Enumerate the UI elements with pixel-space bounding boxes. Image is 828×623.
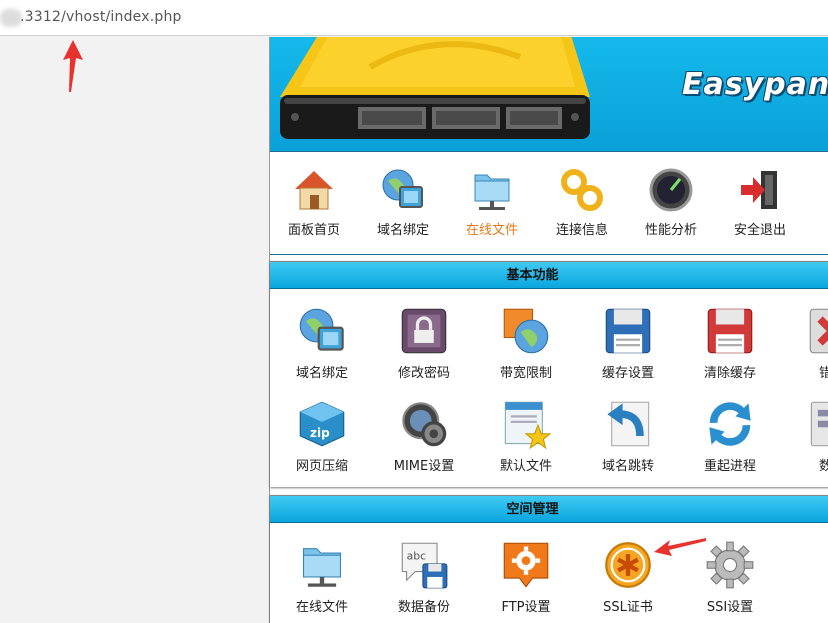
tile-web-compress[interactable]: zip 网页压缩 xyxy=(272,399,372,474)
gear-globe-icon xyxy=(402,402,447,447)
section-title: 基本功能 xyxy=(270,262,828,289)
ssl-badge-icon xyxy=(605,542,651,588)
tile-change-password[interactable]: 修改密码 xyxy=(374,306,474,381)
svg-text:abc: abc xyxy=(407,550,427,563)
tile-cache-settings[interactable]: 缓存设置 xyxy=(578,306,678,381)
tile-database[interactable]: 数据 xyxy=(782,399,828,474)
lock-icon xyxy=(401,308,447,354)
section-title: 空间管理 xyxy=(270,496,828,523)
top-nav: 面板首页 域名绑定 在线文件 连接信息 性能分析 安全退出 xyxy=(270,153,828,255)
tile-domain-redirect[interactable]: 域名跳转 xyxy=(578,399,678,474)
tile-bandwidth-limit[interactable]: 带宽限制 xyxy=(476,306,576,381)
tile-online-files[interactable]: 在线文件 xyxy=(272,540,372,615)
tile-clear-cache[interactable]: 清除缓存 xyxy=(680,306,780,381)
tile-restart-process[interactable]: 重起进程 xyxy=(680,399,780,474)
tile-error-page[interactable]: 错误 xyxy=(782,306,828,381)
nav-home[interactable]: 面板首页 xyxy=(274,167,354,238)
svg-text:zip: zip xyxy=(310,426,330,440)
section-space: 空间管理 在线文件 abc 数据备份 FTP设置 SSL证书 SSI设置 xyxy=(270,495,828,623)
nav-performance[interactable]: 性能分析 xyxy=(631,167,711,238)
redirect-arrow-icon xyxy=(607,401,650,447)
nav-domain[interactable]: 域名绑定 xyxy=(363,167,443,238)
brand-logo: Easypane xyxy=(682,67,828,102)
floppy-red-icon xyxy=(707,308,753,354)
annotation-arrow-left-icon xyxy=(654,538,706,556)
home-icon xyxy=(295,171,333,210)
tile-data-backup[interactable]: abc 数据备份 xyxy=(374,540,474,615)
nav-connection-info[interactable]: 连接信息 xyxy=(542,167,622,238)
address-bar[interactable]: .3312/vhost/index.php xyxy=(0,0,828,36)
gauge-icon xyxy=(649,168,693,212)
tile-mime-settings[interactable]: MIME设置 xyxy=(374,399,474,474)
nav-online-files[interactable]: 在线文件 xyxy=(452,167,532,238)
redacted-host xyxy=(0,9,22,27)
refresh-icon xyxy=(709,402,751,446)
panel-main: Easypane 面板首页 域名绑定 xyxy=(269,37,828,623)
chain-link-icon xyxy=(561,169,603,211)
domain-globe-icon xyxy=(299,308,344,351)
tile-default-file[interactable]: 默认文件 xyxy=(476,399,576,474)
folder-network-icon xyxy=(474,174,510,210)
nav-logout[interactable]: 安全退出 xyxy=(720,167,800,238)
ftp-gear-icon xyxy=(503,542,549,588)
section-basic: 基本功能 域名绑定 修改密码 带宽限制 缓存设置 清除缓存 错 zip 网页压缩… xyxy=(270,261,828,487)
url-text[interactable]: .3312/vhost/index.php xyxy=(20,9,182,25)
error-x-icon xyxy=(809,308,828,354)
bandwidth-globe-icon xyxy=(503,308,549,354)
tile-domain-bind[interactable]: 域名绑定 xyxy=(272,306,372,381)
document-star-icon xyxy=(504,401,551,449)
zip-box-icon: zip xyxy=(299,401,345,447)
gear-icon xyxy=(706,541,754,589)
floppy-blue-icon xyxy=(605,308,651,354)
annotation-arrow-up-icon xyxy=(63,40,83,92)
backup-floppy-icon: abc xyxy=(401,542,448,589)
server-logo-icon xyxy=(280,37,590,139)
folder-network-icon xyxy=(302,548,342,587)
banner: Easypane xyxy=(270,37,828,152)
exit-door-icon xyxy=(741,171,777,209)
database-icon xyxy=(810,401,828,447)
tile-ftp-settings[interactable]: FTP设置 xyxy=(476,540,576,615)
domain-globe-icon xyxy=(382,169,423,208)
